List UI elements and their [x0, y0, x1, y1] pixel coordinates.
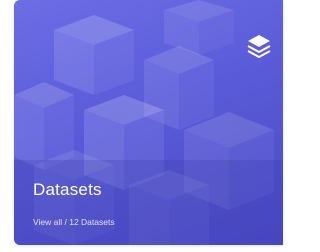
view-all-link[interactable]: View all / 12 Datasets: [33, 217, 115, 227]
datasets-card[interactable]: Datasets View all / 12 Datasets: [14, 0, 283, 245]
layers-icon: [247, 35, 271, 58]
card-title: Datasets: [33, 180, 102, 199]
page-margin: [0, 0, 14, 252]
card-background-pattern: [14, 0, 283, 245]
